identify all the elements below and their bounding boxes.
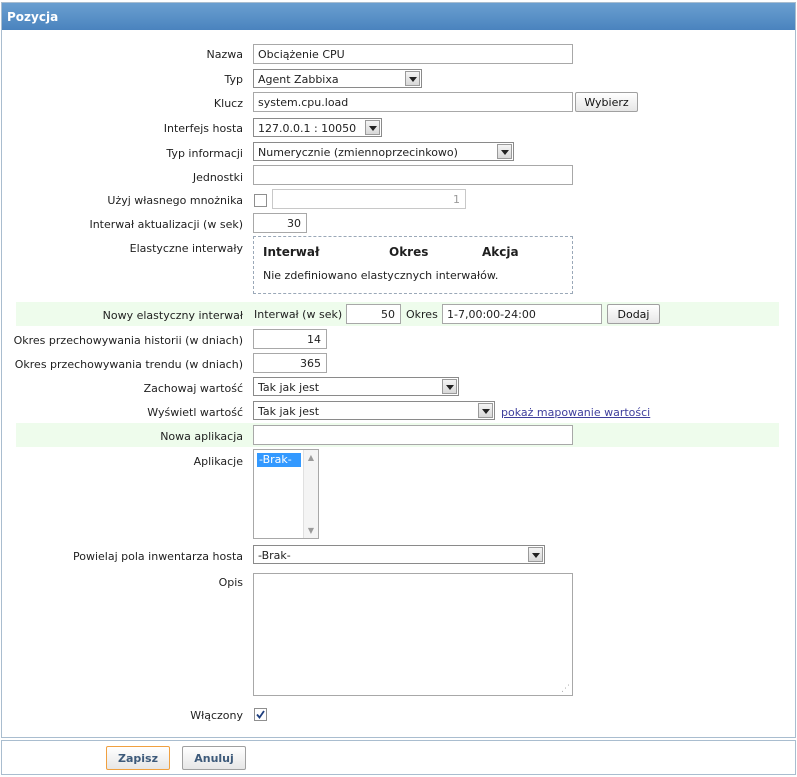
store-value-value: Tak jak jest [258,381,320,394]
update-interval-input[interactable]: 30 [253,213,307,233]
multiplier-input[interactable]: 1 [272,189,466,209]
applications-listbox[interactable]: -Brak- ▲ ▼ [253,449,319,539]
interval-sec-label: Interwał (w sek) [254,308,343,321]
info-type-value: Numerycznie (zmiennoprzecinkowo) [258,146,458,159]
key-input[interactable]: system.cpu.load [253,92,573,112]
store-value-select[interactable]: Tak jak jest [253,377,459,396]
name-label: Nazwa [206,48,243,61]
name-input[interactable]: Obciążenie CPU [253,44,573,64]
checkmark-icon [256,710,265,719]
chevron-down-icon [365,120,380,135]
units-label: Jednostki [192,171,243,184]
type-select[interactable]: Agent Zabbixa [253,69,422,88]
multiplier-checkbox[interactable] [254,194,267,207]
history-input[interactable]: 14 [253,329,327,349]
trends-label: Okres przechowywania trendu (w dniach) [14,358,243,371]
store-value-label: Zachowaj wartość [143,382,243,395]
chevron-down-icon [528,547,543,562]
select-key-button[interactable]: Wybierz [575,92,638,112]
chevron-down-icon [478,403,493,418]
description-textarea[interactable]: ⋰ [253,573,573,696]
host-interface-select[interactable]: 127.0.0.1 : 10050 [253,118,382,137]
new-flexible-label: Nowy elastyczny interwał [102,309,243,322]
chevron-down-icon [442,379,457,394]
applications-option[interactable]: -Brak- [257,453,301,467]
info-type-select[interactable]: Numerycznie (zmiennoprzecinkowo) [253,142,514,161]
column-header-interval: Interwał [263,245,320,259]
description-label: Opis [218,576,243,589]
period-label: Okres [406,308,438,321]
info-type-label: Typ informacji [166,147,243,160]
new-interval-input[interactable]: 50 [346,304,401,324]
enabled-label: Włączony [190,709,243,722]
resize-grip-icon[interactable]: ⋰ [561,684,570,694]
enabled-checkbox[interactable] [254,708,267,721]
chevron-down-icon [405,71,420,86]
show-value-value: Tak jak jest [258,405,320,418]
inventory-select[interactable]: -Brak- [253,545,545,564]
host-interface-value: 127.0.0.1 : 10050 [258,122,357,135]
chevron-down-icon [497,144,512,159]
inventory-label: Powielaj pola inwentarza hosta [73,550,243,563]
key-label: Klucz [213,97,243,110]
empty-intervals-text: Nie zdefiniowano elastycznych interwałów… [263,269,499,282]
new-period-input[interactable]: 1-7,00:00-24:00 [442,304,602,324]
type-label: Typ [224,73,244,86]
show-value-mapping-link[interactable]: pokaż mapowanie wartości [501,406,650,419]
listbox-scrollbar[interactable]: ▲ ▼ [303,450,318,538]
applications-label: Aplikacje [193,455,243,468]
units-input[interactable] [253,165,573,185]
flexible-intervals-label: Elastyczne interwały [129,242,243,255]
host-interface-label: Interfejs hosta [163,122,243,135]
scroll-down-icon[interactable]: ▼ [304,526,318,535]
history-label: Okres przechowywania historii (w dniach) [13,334,243,347]
scroll-up-icon[interactable]: ▲ [304,453,318,462]
type-select-value: Agent Zabbixa [258,73,339,86]
multiplier-label: Użyj własnego mnożnika [107,194,243,207]
column-header-action: Akcja [482,245,519,259]
trends-input[interactable]: 365 [253,353,327,373]
panel-title: Pozycja [2,3,795,30]
cancel-button[interactable]: Anuluj [182,746,246,770]
show-value-label: Wyświetl wartość [147,406,243,419]
update-interval-label: Interwał aktualizacji (w sek) [89,218,243,231]
column-header-period: Okres [389,245,429,259]
flexible-intervals-table: Interwał Okres Akcja Nie zdefiniowano el… [253,236,573,294]
inventory-value: -Brak- [258,549,291,562]
new-application-input[interactable] [253,425,573,445]
show-value-select[interactable]: Tak jak jest [253,401,495,420]
add-interval-button[interactable]: Dodaj [607,304,660,324]
save-button[interactable]: Zapisz [106,746,170,770]
new-application-label: Nowa aplikacja [160,430,243,443]
